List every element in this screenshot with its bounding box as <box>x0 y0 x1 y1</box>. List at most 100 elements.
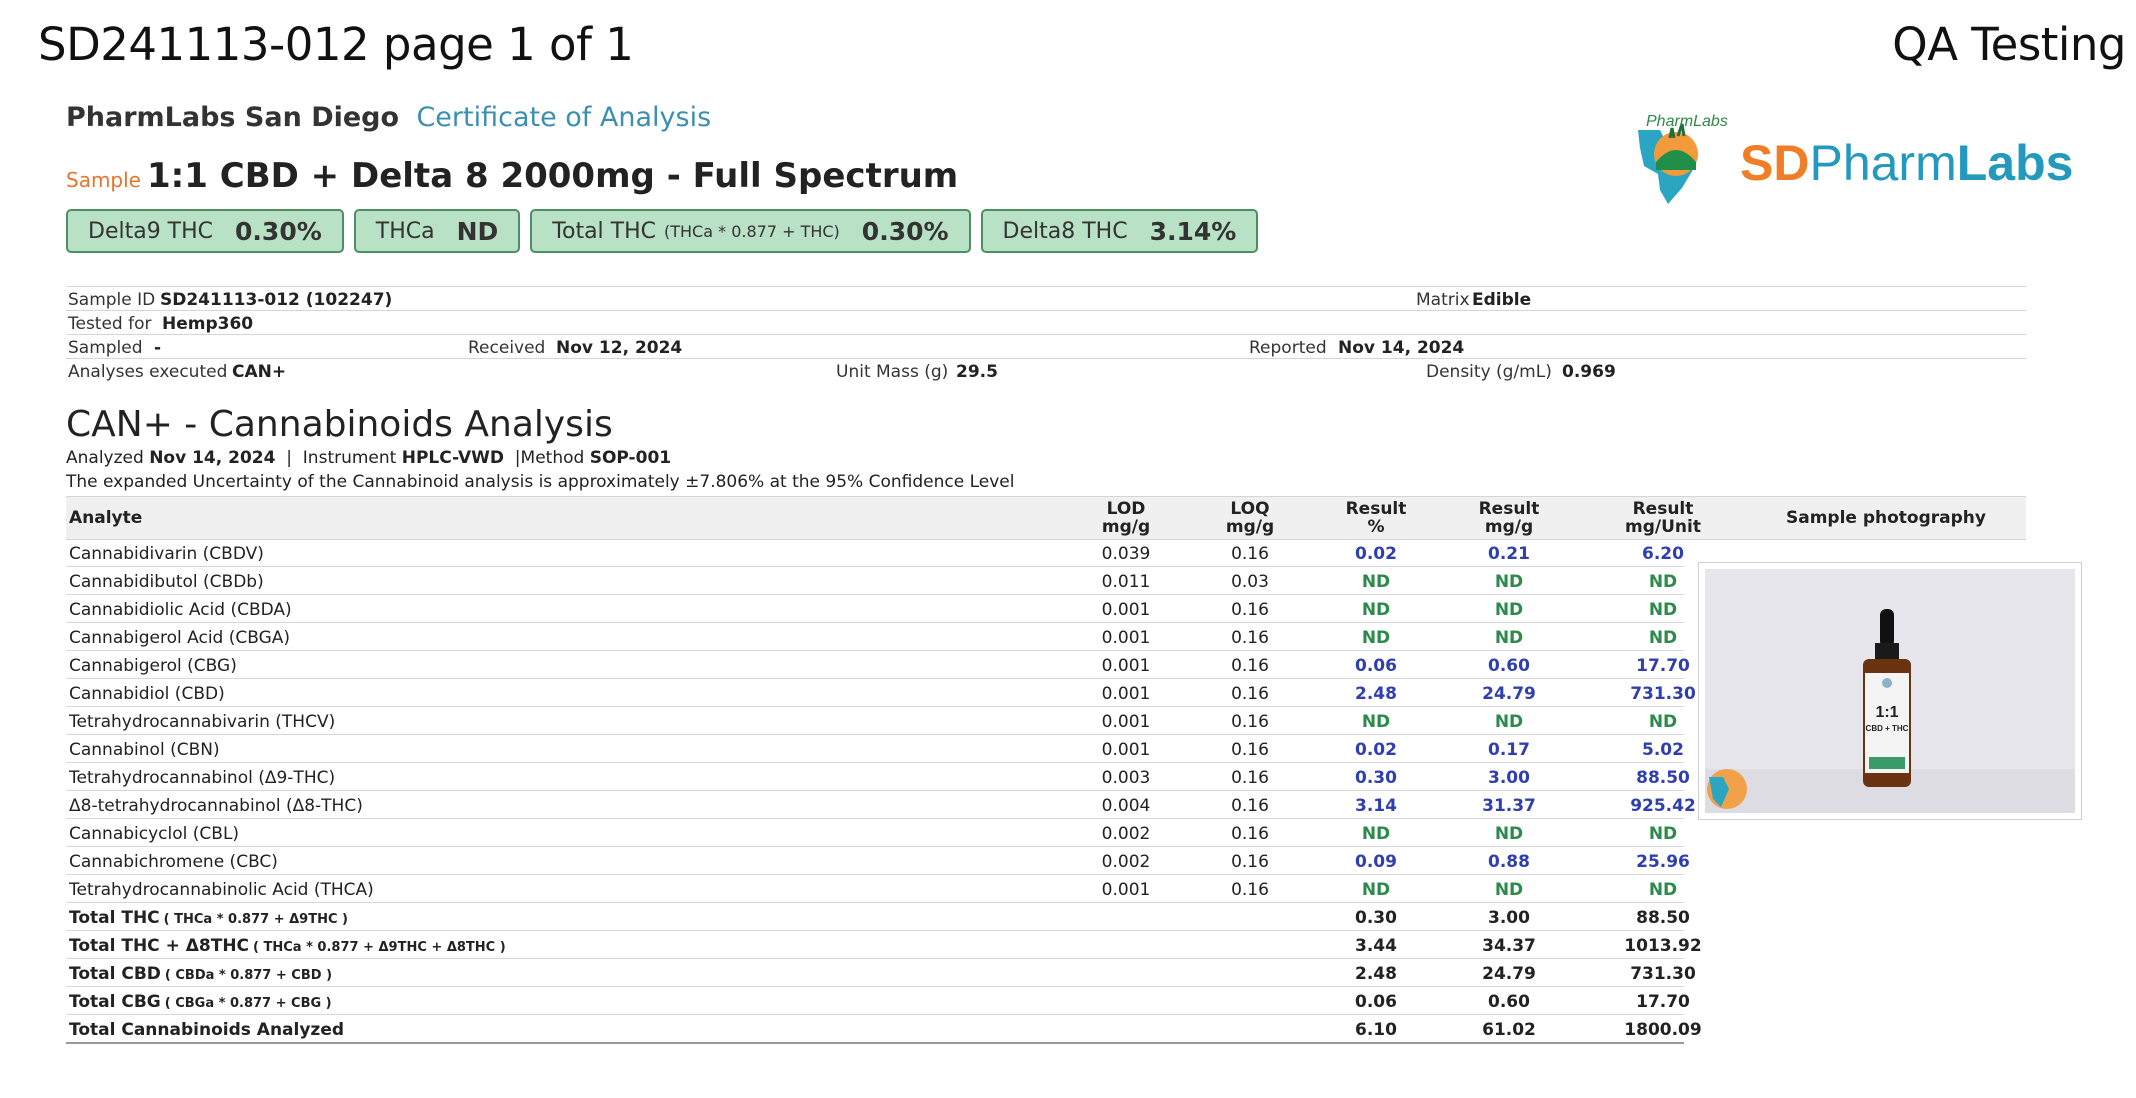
table-row: Cannabidivarin (CBDV) 0.039 0.16 0.02 0.21 6.… <box>66 539 1684 567</box>
analyte-cell: Cannabichromene (CBC) <box>69 852 278 872</box>
result-mgunit-cell: 88.50 <box>1636 908 1690 928</box>
loq-cell: 0.16 <box>1231 628 1269 648</box>
analyte-name: Cannabichromene (CBC) <box>69 852 278 872</box>
sample-name: 1:1 CBD + Delta 8 2000mg - Full Spectrum <box>147 156 959 196</box>
sampled-label: Sampled <box>68 338 143 358</box>
section-title: CAN+ - Cannabinoids Analysis <box>66 404 613 445</box>
badge-label: Delta8 THC <box>1002 218 1128 244</box>
table-row: Cannabidiolic Acid (CBDA) 0.001 0.16 ND ND ND <box>66 595 1684 623</box>
lod-cell: 0.004 <box>1101 796 1151 816</box>
results-table-body: Cannabidivarin (CBDV) 0.039 0.16 0.02 0.21 6.… <box>66 539 1702 1044</box>
badge-label: Total THC <box>552 218 656 244</box>
result-pct-cell: 3.14 <box>1355 796 1397 816</box>
badge-delta9-thc: Delta9 THC 0.30% <box>66 209 344 253</box>
lod-cell: 0.001 <box>1101 684 1151 704</box>
lab-heading: PharmLabs San Diego Certificate of Analy… <box>66 102 711 133</box>
loq-cell: 0.03 <box>1231 572 1269 592</box>
result-mgunit-cell: 1013.92 <box>1624 936 1702 956</box>
received-label: Received <box>468 338 546 358</box>
sample-id-label: Sample ID <box>68 290 156 310</box>
result-mgg-cell: 0.60 <box>1488 992 1530 1012</box>
bottle-label-small: CBD + THC <box>1866 724 1909 733</box>
analyte-name: Total THC <box>69 908 160 928</box>
loq-cell: 0.16 <box>1231 740 1269 760</box>
badge-value: 3.14% <box>1149 216 1237 246</box>
result-mgg-cell: 24.79 <box>1482 964 1536 984</box>
result-pct-cell: 6.10 <box>1355 1020 1397 1040</box>
result-mgunit-cell: 17.70 <box>1636 992 1690 1012</box>
result-pct-cell: ND <box>1361 628 1391 648</box>
analyte-formula: ( THCa * 0.877 + Δ9THC + Δ8THC ) <box>253 940 506 955</box>
analyte-cell: Cannabicyclol (CBL) <box>69 824 239 844</box>
uncertainty-note: The expanded Uncertainty of the Cannabin… <box>66 472 1015 492</box>
result-pct-cell: ND <box>1361 712 1391 732</box>
loq-cell: 0.16 <box>1231 684 1269 704</box>
analyzed-label: Analyzed <box>66 448 144 468</box>
instrument-value: HPLC-VWD <box>401 448 504 468</box>
loq-cell: 0.16 <box>1231 852 1269 872</box>
result-pct-cell: 0.30 <box>1355 768 1397 788</box>
table-row: Total CBG( CBGa * 0.877 + CBG ) 0.06 0.60 1… <box>66 987 1690 1015</box>
info-row: Sampled - Received Nov 12, 2024 Reported… <box>66 334 2026 358</box>
result-mgunit-cell: 1800.09 <box>1624 1020 1702 1040</box>
analyte-name: Δ8-tetrahydrocannabinol (Δ8-THC) <box>69 796 363 816</box>
table-row: Total THC( THCa * 0.877 + Δ9THC ) 0.30 3.0… <box>66 903 1690 931</box>
result-pct-cell: 0.30 <box>1355 908 1397 928</box>
sdpharmlabs-logo: PharmLabs SDPharmLabs <box>1630 108 2080 208</box>
result-mgg-cell: ND <box>1494 628 1524 648</box>
analyte-name: Cannabigerol Acid (CBGA) <box>69 628 291 648</box>
analyte-cell: Cannabigerol (CBG) <box>69 656 237 676</box>
received-value: Nov 12, 2024 <box>556 338 683 358</box>
lod-cell: 0.001 <box>1101 628 1151 648</box>
result-pct-cell: 0.06 <box>1355 656 1397 676</box>
loq-cell: 0.16 <box>1231 712 1269 732</box>
certificate-title: Certificate of Analysis <box>416 102 712 133</box>
badge-value: ND <box>456 216 499 246</box>
table-row: Tetrahydrocannabinol (Δ9-THC) 0.003 0.16 0.… <box>66 763 1690 791</box>
table-row: Cannabigerol Acid (CBGA) 0.001 0.16 ND ND ND <box>66 623 1684 651</box>
tested-for-value: Hemp360 <box>162 314 254 334</box>
table-row: Cannabinol (CBN) 0.001 0.16 0.02 0.17 5.02 <box>66 735 1684 763</box>
col-result-mgg: Result mg/g <box>1478 499 1540 537</box>
results-table-header: Analyte LOD mg/g LOQ mg/g Result% Result mg… <box>66 496 2026 540</box>
lod-cell: 0.001 <box>1101 880 1151 900</box>
density-value: 0.969 <box>1562 362 1616 382</box>
result-pct-cell: ND <box>1361 572 1391 592</box>
col-analyte: Analyte <box>69 508 143 528</box>
unit-mass-value: 29.5 <box>956 362 998 382</box>
col-result-pct: Result% <box>1345 499 1407 537</box>
analyte-name: Cannabidivarin (CBDV) <box>69 544 264 564</box>
result-mgg-cell: 3.00 <box>1488 768 1530 788</box>
result-mgg-cell: ND <box>1494 600 1524 620</box>
lod-cell: 0.002 <box>1101 852 1151 872</box>
analyte-cell: Total CBG( CBGa * 0.877 + CBG ) <box>69 992 332 1012</box>
col-sample-photo: Sample photography <box>1785 508 1986 528</box>
lod-cell: 0.039 <box>1101 544 1151 564</box>
analysis-meta: Analyzed Nov 14, 2024 | Instrument HPLC-… <box>66 448 672 468</box>
analyte-cell: Cannabidibutol (CBDb) <box>69 572 264 592</box>
analyte-name: Cannabidiol (CBD) <box>69 684 225 704</box>
result-pct-cell: 0.09 <box>1355 852 1397 872</box>
result-mgunit-cell: ND <box>1648 880 1678 900</box>
analyte-cell: Tetrahydrocannabinol (Δ9-THC) <box>69 768 335 788</box>
result-mgg-cell: 0.60 <box>1488 656 1530 676</box>
result-mgg-cell: 34.37 <box>1482 936 1536 956</box>
analyte-cell: Δ8-tetrahydrocannabinol (Δ8-THC) <box>69 796 363 816</box>
analyte-name: Total CBG <box>69 992 161 1012</box>
lod-cell: 0.003 <box>1101 768 1151 788</box>
sample-id-value: SD241113-012 (102247) <box>160 290 393 310</box>
bottle-label-big: 1:1 <box>1875 704 1898 721</box>
result-mgg-cell: 61.02 <box>1482 1020 1536 1040</box>
method-label: Method <box>520 448 585 468</box>
table-row: Total THC + Δ8THC( THCa * 0.877 + Δ9THC … <box>66 931 1702 959</box>
result-pct-cell: 2.48 <box>1355 964 1397 984</box>
badge-value: 0.30% <box>235 216 322 246</box>
lod-cell: 0.001 <box>1101 740 1151 760</box>
result-pct-cell: 0.02 <box>1355 740 1397 760</box>
col-result-mgunit: Result mg/Unit <box>1625 499 1701 537</box>
matrix-value: Edible <box>1472 290 1532 310</box>
sample-heading: Sample 1:1 CBD + Delta 8 2000mg - Full Sp… <box>66 156 958 196</box>
result-mgg-cell: ND <box>1494 572 1524 592</box>
badge-total-thc: Total THC (THCa * 0.877 + THC) 0.30% <box>530 209 971 253</box>
analyte-name: Cannabicyclol (CBL) <box>69 824 240 844</box>
